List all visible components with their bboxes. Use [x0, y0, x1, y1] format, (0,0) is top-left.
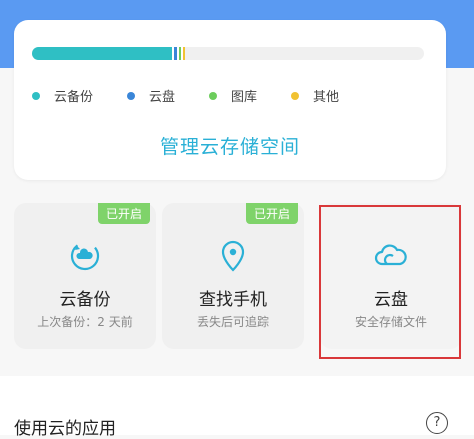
bar-segment-backup	[32, 47, 173, 60]
feature-title: 查找手机	[199, 290, 267, 310]
storage-usage-bar	[32, 47, 424, 60]
feature-title: 云备份	[59, 290, 111, 310]
feature-card-find-phone[interactable]: 已开启 查找手机 丢失后可追踪	[162, 203, 304, 349]
help-icon[interactable]: ?	[426, 412, 448, 434]
legend-dot	[127, 91, 136, 100]
highlight-frame	[319, 205, 461, 359]
legend-label: 图库	[231, 90, 258, 105]
cloud-sync-icon	[70, 241, 100, 271]
apps-section: 使用云的应用 ?	[0, 376, 474, 439]
bar-segment-other	[183, 47, 185, 60]
manage-storage-link[interactable]: 管理云存储空间	[14, 132, 446, 159]
legend-item-other: 其他	[291, 86, 339, 105]
legend-label: 云备份	[54, 90, 94, 105]
legend-dot	[32, 91, 40, 100]
enabled-badge: 已开启	[97, 203, 150, 224]
legend-item-gallery: 图库	[209, 86, 257, 105]
legend-item-backup: 云备份	[32, 86, 93, 105]
storage-legend: 云备份 云盘 图库 其他	[32, 86, 373, 105]
legend-dot	[209, 91, 218, 100]
section-title: 使用云的应用	[14, 419, 116, 439]
legend-dot	[291, 91, 300, 100]
legend-label: 其他	[313, 90, 340, 105]
feature-subtitle: 丢失后可追踪	[196, 315, 269, 329]
legend-label: 云盘	[149, 90, 176, 105]
location-pin-icon	[221, 240, 245, 272]
storage-card: 云备份 云盘 图库 其他 管理云存储空间	[14, 20, 446, 180]
feature-card-cloud-backup[interactable]: 已开启 云备份 上次备份：2 天前	[14, 203, 156, 349]
enabled-badge: 已开启	[245, 203, 298, 224]
legend-item-cloud-disk: 云盘	[127, 86, 175, 105]
feature-subtitle: 上次备份：2 天前	[37, 315, 133, 329]
